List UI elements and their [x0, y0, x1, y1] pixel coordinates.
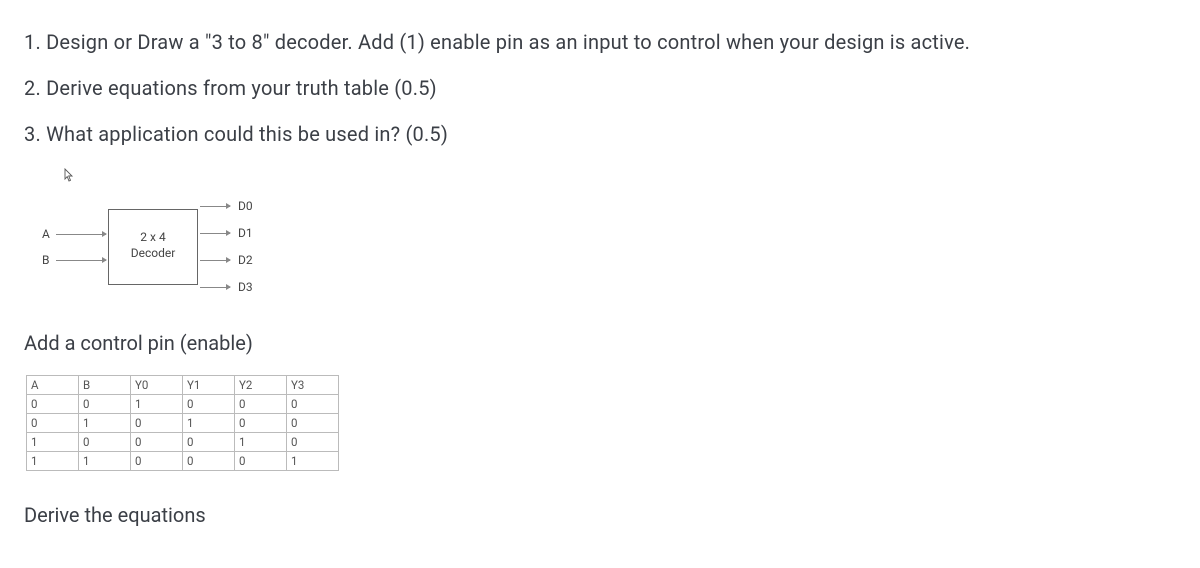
arrow-output-d3: [200, 287, 230, 288]
question-2: 2. Derive equations from your truth tabl…: [24, 76, 1176, 100]
subheading-enable: Add a control pin (enable): [24, 331, 1176, 355]
th-y0: Y0: [131, 376, 183, 395]
output-label-d1: D1: [238, 226, 253, 240]
input-label-a: A: [42, 227, 50, 241]
question-3: 3. What application could this be used i…: [24, 122, 1176, 146]
output-label-d3: D3: [238, 280, 253, 294]
arrow-input-a: [56, 234, 106, 235]
derive-equations-heading: Derive the equations: [24, 503, 1176, 527]
arrow-input-b: [56, 260, 106, 261]
output-label-d2: D2: [238, 253, 253, 267]
decoder-diagram: A B 2 x 4 Decoder D0 D1 D2 D3: [24, 191, 1176, 321]
cursor-arrow-icon: [64, 168, 1176, 185]
decoder-box: 2 x 4 Decoder: [108, 209, 198, 285]
arrow-output-d2: [200, 260, 230, 261]
arrow-output-d1: [200, 233, 230, 234]
table-row: 0 0 1 0 0 0: [27, 395, 339, 414]
th-y2: Y2: [235, 376, 287, 395]
truth-table: A B Y0 Y1 Y2 Y3 0 0 1 0 0 0 0 1 0 1 0 0 …: [26, 375, 339, 471]
th-b: B: [79, 376, 131, 395]
truth-table-header-row: A B Y0 Y1 Y2 Y3: [27, 376, 339, 395]
table-row: 0 1 0 1 0 0: [27, 414, 339, 433]
th-a: A: [27, 376, 79, 395]
input-label-b: B: [42, 253, 49, 267]
decoder-box-line1: 2 x 4: [109, 230, 197, 246]
arrow-output-d0: [200, 206, 230, 207]
question-1: 1. Design or Draw a "3 to 8" decoder. Ad…: [24, 30, 1176, 54]
th-y3: Y3: [287, 376, 339, 395]
output-label-d0: D0: [238, 199, 253, 213]
decoder-box-line2: Decoder: [109, 246, 197, 262]
table-row: 1 1 0 0 0 1: [27, 452, 339, 471]
table-row: 1 0 0 0 1 0: [27, 433, 339, 452]
th-y1: Y1: [183, 376, 235, 395]
